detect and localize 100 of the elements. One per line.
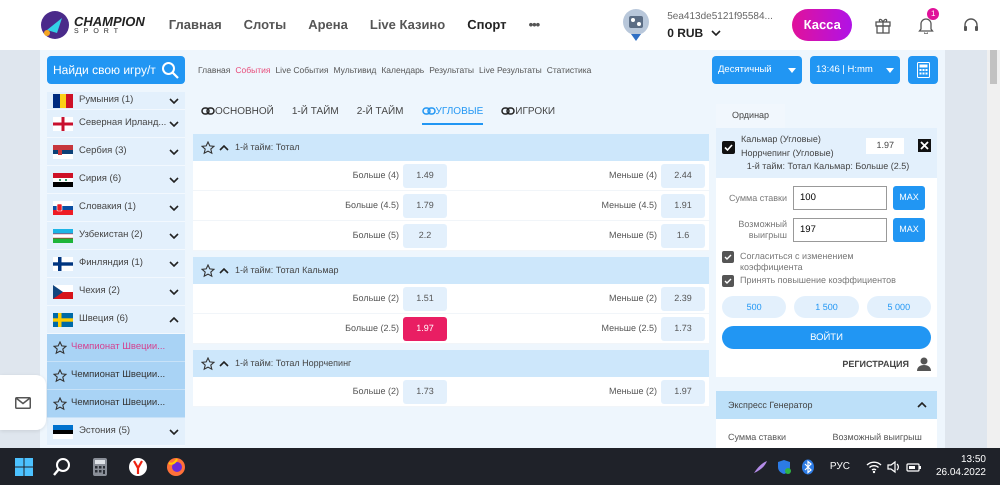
- star-icon[interactable]: [201, 140, 215, 154]
- market-header[interactable]: 1-й тайм: Тотал Норрчепинг: [193, 350, 709, 377]
- odds-button[interactable]: 2.2: [403, 224, 447, 248]
- scrollbar-thumb[interactable]: [990, 50, 997, 84]
- mail-button[interactable]: [0, 375, 46, 430]
- market-tab[interactable]: ИГРОКИ: [501, 100, 556, 124]
- odds-button[interactable]: 1.51: [403, 286, 447, 310]
- more-link[interactable]: •••: [528, 15, 540, 35]
- odds-button[interactable]: 1.49: [403, 164, 447, 188]
- market-tab[interactable]: ОСНОВНОЙ: [201, 100, 274, 124]
- checkbox[interactable]: [722, 250, 734, 263]
- country-item[interactable]: Северная Ирланд...: [47, 110, 185, 138]
- country-item[interactable]: Словакия (1): [47, 194, 185, 222]
- odds-button[interactable]: 1.73: [403, 380, 447, 404]
- market-tab[interactable]: 2-Й ТАЙМ: [356, 100, 404, 124]
- chevron-icon[interactable]: [169, 176, 179, 182]
- odds-button[interactable]: 1.6: [661, 224, 705, 248]
- odds-button[interactable]: 2.44: [661, 164, 705, 188]
- chevron-icon[interactable]: [169, 148, 179, 154]
- chevron-icon[interactable]: [169, 232, 179, 238]
- calculator-icon[interactable]: [90, 456, 110, 476]
- country-item[interactable]: Финляндия (1): [47, 250, 185, 278]
- outcome-label: Больше (4.5): [344, 198, 399, 212]
- odds-button[interactable]: 1.97: [403, 316, 447, 340]
- bell-icon[interactable]: [918, 16, 934, 34]
- breadcrumb-link[interactable]: Главная: [198, 64, 230, 76]
- language-indicator[interactable]: РУС: [830, 459, 850, 474]
- flag-icon: [53, 94, 73, 108]
- odds-button[interactable]: 1.73: [661, 316, 705, 340]
- cashier-button[interactable]: Касса: [792, 9, 852, 41]
- nav-link[interactable]: Спорт: [467, 15, 507, 35]
- star-icon[interactable]: [53, 396, 67, 410]
- chevron-icon[interactable]: [169, 260, 179, 266]
- browser-icon[interactable]: [128, 456, 148, 476]
- chevron-icon[interactable]: [169, 98, 179, 104]
- breadcrumb-link[interactable]: Мультивид: [334, 64, 376, 76]
- caret-icon: [886, 68, 894, 72]
- chevron-icon[interactable]: [169, 120, 179, 126]
- star-icon[interactable]: [201, 356, 215, 370]
- close-icon[interactable]: [918, 139, 931, 152]
- headset-icon[interactable]: [962, 16, 980, 34]
- chevron-icon[interactable]: [219, 144, 229, 150]
- wifi-icon[interactable]: [866, 458, 882, 474]
- chevron-icon[interactable]: [917, 402, 927, 408]
- odds-button[interactable]: 2.39: [661, 286, 705, 310]
- breadcrumb-link[interactable]: Live События: [275, 64, 328, 76]
- chevron-icon[interactable]: [219, 268, 229, 274]
- check-icon: [724, 254, 732, 260]
- gift-icon[interactable]: [874, 16, 892, 34]
- star-icon[interactable]: [201, 264, 215, 278]
- country-item[interactable]: Румыния (1): [47, 92, 185, 110]
- odds-button[interactable]: 1.97: [661, 380, 705, 404]
- country-item[interactable]: Эстония (5): [47, 418, 185, 446]
- bluetooth-icon[interactable]: [800, 458, 816, 474]
- chevron-icon[interactable]: [169, 288, 179, 294]
- input-field[interactable]: 197: [793, 218, 887, 242]
- avatar-icon[interactable]: [621, 8, 652, 42]
- input-field[interactable]: 100: [793, 186, 887, 210]
- country-item[interactable]: Сирия (6): [47, 166, 185, 194]
- link-icon: [501, 107, 516, 115]
- league-item[interactable]: Чемпионат Швеции...: [47, 362, 185, 390]
- chevron-icon[interactable]: [169, 316, 179, 322]
- odds-button[interactable]: 1.79: [403, 194, 447, 218]
- breadcrumb-link[interactable]: Календарь: [381, 64, 424, 76]
- breadcrumb-link[interactable]: Статистика: [546, 64, 592, 76]
- market-header[interactable]: 1-й тайм: Тотал Кальмар: [193, 257, 709, 284]
- volume-icon[interactable]: [886, 458, 902, 474]
- start-icon[interactable]: [14, 456, 34, 476]
- feather-icon[interactable]: [752, 458, 768, 474]
- outcome-label: Больше (2.5): [344, 322, 399, 335]
- country-item[interactable]: Чехия (2): [47, 278, 185, 306]
- star-icon[interactable]: [53, 340, 67, 354]
- clock-date: 26.04.2022: [936, 466, 986, 479]
- express-header[interactable]: Экспресс Генератор: [716, 391, 937, 420]
- country-item[interactable]: Швеция (6): [47, 306, 185, 334]
- nav-link[interactable]: Главная: [168, 15, 222, 35]
- calculator-button[interactable]: [908, 56, 938, 84]
- odds-button[interactable]: 1.91: [661, 194, 705, 218]
- breadcrumb-link[interactable]: Live Результаты: [479, 64, 542, 76]
- checkbox[interactable]: [722, 140, 735, 154]
- chevron-icon[interactable]: [219, 360, 229, 366]
- breadcrumb-link[interactable]: Результаты: [429, 64, 474, 76]
- league-item[interactable]: Чемпионат Швеции...: [47, 390, 185, 418]
- market-description: 1-й тайм: Тотал Кальмар: Больше (2.5): [746, 160, 910, 174]
- nav-link[interactable]: Арена: [308, 15, 348, 35]
- checkbox[interactable]: [722, 275, 734, 288]
- market-tab[interactable]: 1-Й ТАЙМ: [292, 100, 339, 124]
- chevron-icon[interactable]: [711, 30, 722, 36]
- chevron-icon[interactable]: [169, 204, 179, 210]
- chevron-icon[interactable]: [169, 428, 179, 434]
- market-header[interactable]: 1-й тайм: Тотал: [193, 134, 709, 161]
- star-icon[interactable]: [53, 368, 67, 382]
- shield-icon[interactable]: [776, 458, 792, 474]
- country-item[interactable]: Сербия (3): [47, 138, 185, 166]
- nav-link[interactable]: Слоты: [244, 15, 286, 35]
- firefox-icon[interactable]: [166, 456, 186, 476]
- search-icon[interactable]: [52, 456, 72, 476]
- country-item[interactable]: Узбекистан (2): [47, 222, 185, 250]
- register-link[interactable]: РЕГИСТРАЦИЯ: [842, 358, 909, 372]
- nav-link[interactable]: Live Казино: [370, 15, 446, 35]
